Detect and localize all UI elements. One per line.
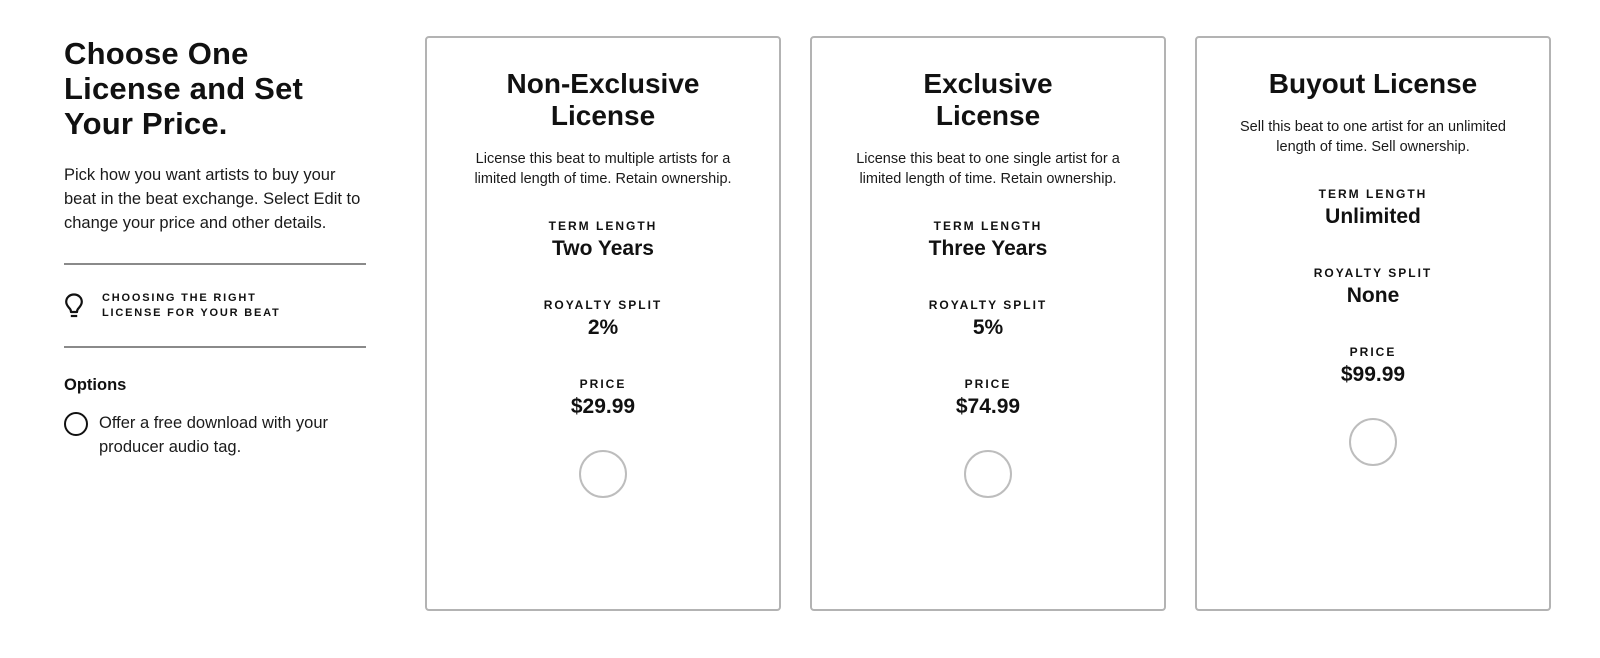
license-description: Sell this beat to one artist for an unli… [1240, 119, 1506, 155]
price-value: $29.99 [570, 395, 636, 418]
price-value: $99.99 [1340, 363, 1406, 386]
license-select-radio[interactable] [1349, 418, 1397, 466]
options-heading: Options [64, 376, 127, 394]
term-length-value: Two Years [552, 237, 654, 260]
royalty-split-label: ROYALTY SPLIT [543, 298, 663, 312]
royalty-split-value: 5% [972, 316, 1004, 339]
license-card-buyout[interactable]: Buyout License Sell this beat to one art… [1195, 36, 1551, 611]
license-guide-label: CHOOSING THE RIGHT LICENSE FOR YOUR BEAT [102, 291, 281, 319]
license-title: Non-Exclusive License [506, 68, 700, 131]
free-download-option[interactable]: Offer a free download with your producer… [64, 412, 366, 459]
license-card-exclusive[interactable]: Exclusive License License this beat to o… [810, 36, 1166, 611]
royalty-split-value: None [1346, 284, 1400, 307]
royalty-split-label: ROYALTY SPLIT [1313, 266, 1433, 280]
license-card-non-exclusive[interactable]: Non-Exclusive License License this beat … [425, 36, 781, 611]
royalty-split-label: ROYALTY SPLIT [928, 298, 1048, 312]
license-select-radio[interactable] [579, 450, 627, 498]
term-length-label: TERM LENGTH [548, 219, 658, 233]
license-description: License this beat to one single artist f… [856, 151, 1120, 187]
free-download-radio[interactable] [64, 412, 88, 436]
price-label: PRICE [964, 377, 1012, 391]
license-sidebar: Choose One License and Set Your Price. P… [64, 36, 366, 459]
price-label: PRICE [579, 377, 627, 391]
license-title: Exclusive License [923, 68, 1053, 131]
page-title: Choose One License and Set Your Price. [64, 36, 304, 141]
divider-bottom [64, 346, 366, 348]
intro-text: Pick how you want artists to buy your be… [64, 166, 361, 232]
license-select-radio[interactable] [964, 450, 1012, 498]
license-description: License this beat to multiple artists fo… [474, 151, 732, 187]
free-download-label: Offer a free download with your producer… [99, 414, 328, 456]
term-length-value: Three Years [928, 237, 1048, 260]
license-title: Buyout License [1268, 68, 1478, 99]
price-label: PRICE [1349, 345, 1397, 359]
term-length-label: TERM LENGTH [1318, 187, 1428, 201]
lightbulb-icon [64, 292, 84, 320]
term-length-label: TERM LENGTH [933, 219, 1043, 233]
license-guide-link[interactable]: CHOOSING THE RIGHT LICENSE FOR YOUR BEAT [64, 265, 366, 346]
term-length-value: Unlimited [1325, 205, 1421, 228]
price-value: $74.99 [955, 395, 1021, 418]
royalty-split-value: 2% [587, 316, 619, 339]
